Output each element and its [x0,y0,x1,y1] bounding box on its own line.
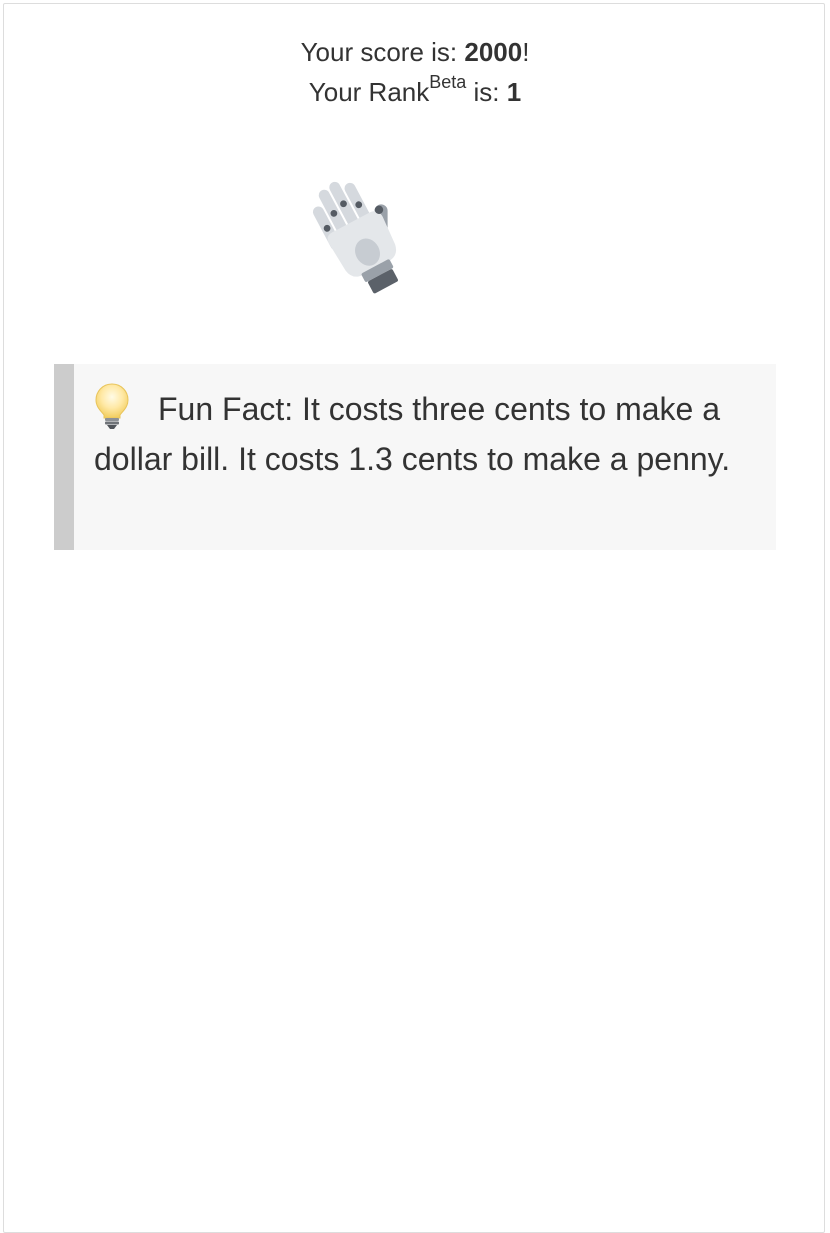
fun-fact-content: Fun Fact: It costs three cents to make a… [94,382,774,484]
light-bulb-icon [95,383,129,429]
score-line: Your score is: 2000! [0,37,830,67]
rank-line: Your RankBeta is: 1 [0,73,830,107]
score-label: Your score is: [300,37,465,67]
rank-value: 1 [506,77,522,107]
score-suffix: ! [522,37,530,67]
fun-fact-text: Fun Fact: It costs three cents to make a… [94,391,731,477]
mechanical-arm-waving-hand-icon [312,181,398,294]
fun-fact-box: Fun Fact: It costs three cents to make a… [54,364,776,550]
rank-beta-superscript: Beta [429,72,467,92]
rank-is-label: is: [466,77,507,107]
score-value: 2000 [464,37,523,67]
rank-label: Your Rank [308,77,430,107]
